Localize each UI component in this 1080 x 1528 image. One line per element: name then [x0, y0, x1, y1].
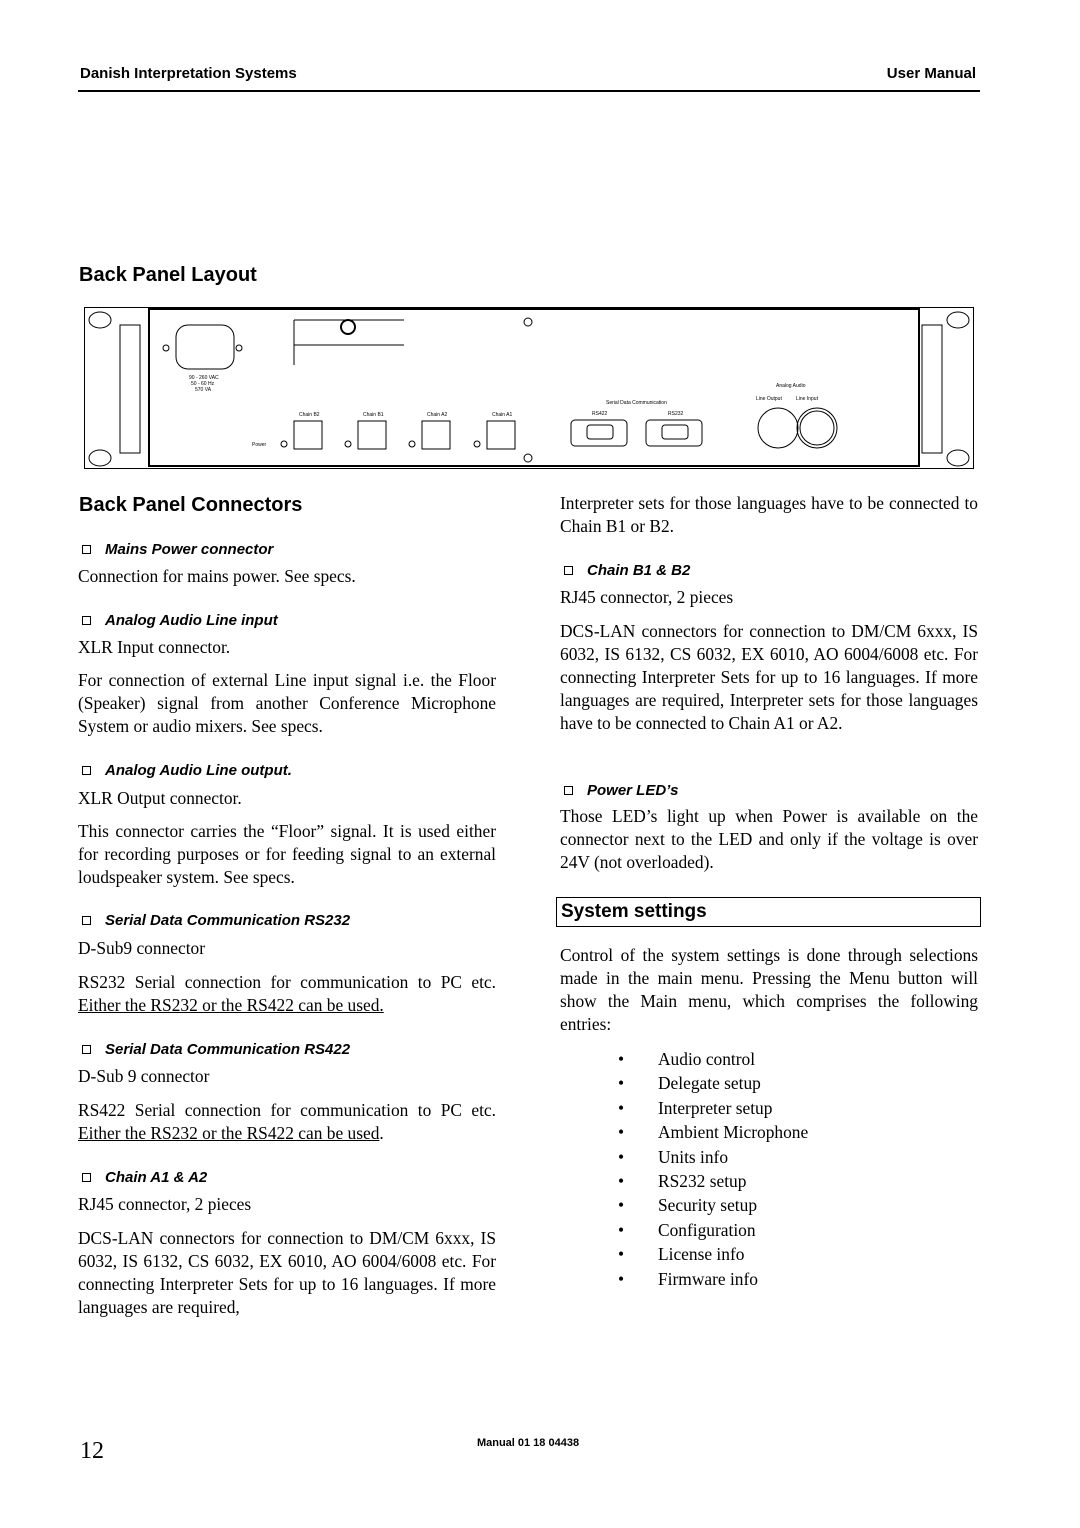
chain-a-text-1: RJ45 connector, 2 pieces: [78, 1194, 252, 1214]
mains-text: Connection for mains power. See specs.: [78, 566, 356, 586]
chain-b-text-2: DCS-LAN connectors for connection to DM/…: [560, 621, 978, 733]
rs232-label: RS232: [668, 411, 684, 417]
chain-a2-label: Chain A2: [427, 412, 448, 418]
subhead-line-input: Analog Audio Line input: [78, 612, 278, 629]
manual-number: Manual 01 18 04438: [476, 1437, 580, 1449]
subhead-line-output: Analog Audio Line output.: [78, 762, 292, 779]
list-item: Units info: [618, 1145, 808, 1170]
checkbox-bullet-icon: [564, 566, 573, 576]
subhead-chain-b: Chain B1 & B2: [560, 562, 690, 579]
subhead-rs232: Serial Data Communication RS232: [78, 912, 350, 929]
rs422-label: RS422: [592, 411, 608, 417]
subhead-power-leds: Power LED’s: [560, 782, 678, 799]
chain-b2-label: Chain B2: [299, 412, 320, 418]
back-panel-diagram: Chain B2 Chain B1 Chain A2 Chain A1 Powe…: [84, 307, 974, 469]
chain-connectors: [280, 420, 516, 450]
chain-a1-label: Chain A1: [492, 412, 513, 418]
chain-b1-label: Chain B1: [363, 412, 384, 418]
list-item: Delegate setup: [618, 1071, 808, 1096]
layout-heading: Back Panel Layout: [79, 264, 257, 286]
chain-b-text-1: RJ45 connector, 2 pieces: [560, 587, 734, 607]
system-settings-text: Control of the system settings is done t…: [560, 945, 978, 1034]
list-item: Firmware info: [618, 1267, 808, 1292]
checkbox-bullet-icon: [82, 1045, 91, 1055]
power-leds-text: Those LED’s light up when Power is avail…: [560, 806, 978, 872]
main-menu-entries: Audio control Delegate setup Interpreter…: [618, 1047, 808, 1291]
rs232-text-2: RS232 Serial connection for communicatio…: [78, 972, 496, 1015]
chain-a-text-2: DCS-LAN connectors for connection to DM/…: [78, 1228, 496, 1317]
list-item: Audio control: [618, 1047, 808, 1072]
serial-title: Serial Data Communication: [606, 400, 667, 406]
chain-a-continued: Interpreter sets for those languages hav…: [560, 493, 978, 536]
list-item: Security setup: [618, 1193, 808, 1218]
checkbox-bullet-icon: [82, 1173, 91, 1183]
list-item: RS232 setup: [618, 1169, 808, 1194]
connectors-heading: Back Panel Connectors: [79, 494, 303, 516]
checkbox-bullet-icon: [82, 916, 91, 926]
power-spec-3: 570 VA: [195, 387, 212, 393]
list-item: Ambient Microphone: [618, 1120, 808, 1145]
header-right: User Manual: [886, 65, 976, 82]
audio-title: Analog Audio: [776, 383, 806, 389]
line-input-text-2: For connection of external Line input si…: [78, 670, 496, 736]
rs422-text-1: D-Sub 9 connector: [78, 1066, 210, 1086]
checkbox-bullet-icon: [82, 616, 91, 626]
list-item: Interpreter setup: [618, 1096, 808, 1121]
line-input-text-1: XLR Input connector.: [78, 637, 231, 657]
header-left: Danish Interpretation Systems: [80, 65, 297, 82]
header-rule: [78, 90, 980, 92]
list-item: License info: [618, 1242, 808, 1267]
checkbox-bullet-icon: [82, 766, 91, 776]
checkbox-bullet-icon: [564, 786, 573, 796]
checkbox-bullet-icon: [82, 545, 91, 555]
rs422-text-2: RS422 Serial connection for communicatio…: [78, 1100, 496, 1143]
line-output-text-1: XLR Output connector.: [78, 788, 242, 808]
subhead-mains: Mains Power connector: [78, 541, 273, 558]
system-settings-heading: System settings: [561, 901, 707, 922]
line-output-label: Line Output: [756, 396, 782, 402]
line-input-label: Line Input: [796, 396, 819, 402]
rs232-text-1: D-Sub9 connector: [78, 938, 206, 958]
subhead-chain-a: Chain A1 & A2: [78, 1169, 207, 1186]
power-label: Power: [252, 442, 267, 448]
system-settings-heading-box: System settings: [556, 897, 981, 927]
list-item: Configuration: [618, 1218, 808, 1243]
line-output-text-2: This connector carries the “Floor” signa…: [78, 821, 496, 887]
subhead-rs422: Serial Data Communication RS422: [78, 1041, 350, 1058]
